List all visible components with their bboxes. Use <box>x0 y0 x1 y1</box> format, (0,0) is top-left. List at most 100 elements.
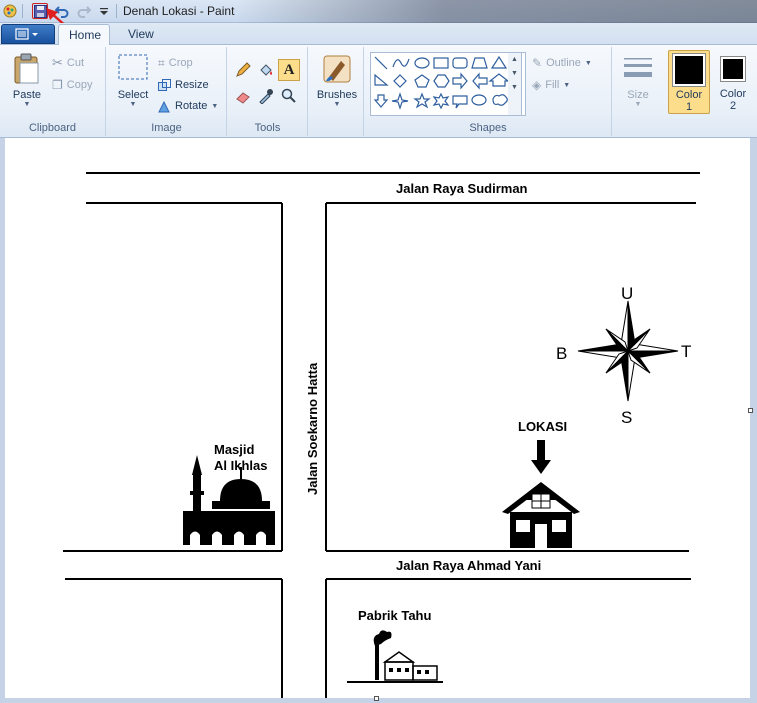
factory-label: Pabrik Tahu <box>358 608 432 623</box>
road-label-sudirman: Jalan Raya Sudirman <box>396 181 528 196</box>
brush-icon <box>323 55 351 83</box>
resize-icon <box>158 78 171 91</box>
size-group: Size ▼ <box>613 47 663 136</box>
cut-button[interactable]: ✂ Cut <box>52 53 84 73</box>
shapes-gallery <box>370 52 526 116</box>
compass-rose-icon <box>577 300 679 402</box>
fill-dropdown-icon: ▼ <box>563 81 571 89</box>
copy-button[interactable]: ❐ Copy <box>52 75 92 95</box>
cut-icon: ✂ <box>52 55 63 70</box>
scroll-up-icon[interactable]: ▲ <box>508 53 521 67</box>
location-label: LOKASI <box>518 419 568 434</box>
select-dropdown-icon: ▼ <box>129 101 137 108</box>
ribbon: Paste ▼ ✂ Cut ❐ Copy Clipboard Select ▼ … <box>0 45 757 138</box>
fill-label: Fill <box>545 79 560 91</box>
paste-button[interactable]: Paste ▼ <box>8 53 46 108</box>
cut-label: Cut <box>66 57 85 69</box>
brushes-group: Brushes ▼ <box>309 47 364 136</box>
size-dropdown-icon: ▼ <box>634 101 642 108</box>
resize-label: Resize <box>175 79 209 91</box>
color1-swatch <box>672 53 706 87</box>
brushes-dropdown-icon: ▼ <box>333 101 341 108</box>
rotate-label: Rotate <box>175 100 208 112</box>
color2-label-line2: 2 <box>729 100 737 112</box>
line-size-icon <box>624 58 652 77</box>
resize-button[interactable]: Resize <box>158 75 209 95</box>
title-bar-background <box>235 0 757 23</box>
brushes-button[interactable]: Brushes ▼ <box>313 53 361 108</box>
scroll-down-icon[interactable]: ▼ <box>508 67 521 81</box>
color2-label-line1: Color <box>719 88 747 100</box>
fill-tool[interactable] <box>255 59 277 81</box>
eyedropper-icon <box>259 89 273 104</box>
compass-east-label: T <box>681 342 692 361</box>
color1-label-line2: 1 <box>685 101 693 113</box>
shapes-gallery-icons <box>373 55 510 110</box>
canvas-resize-handle-bottom[interactable] <box>374 696 379 701</box>
canvas-area[interactable]: Jalan Raya Sudirman Jalan Raya Ahmad Yan… <box>0 138 757 703</box>
image-group-label: Image <box>151 122 182 134</box>
copy-label: Copy <box>66 79 93 91</box>
road-label-ahmad-yani: Jalan Raya Ahmad Yani <box>396 558 542 573</box>
select-icon <box>118 54 148 80</box>
fill-button[interactable]: ◈ Fill ▼ <box>532 75 570 95</box>
brushes-label: Brushes <box>316 89 358 101</box>
outline-icon: ✎ <box>532 56 543 70</box>
application-menu-button[interactable] <box>1 24 55 44</box>
rotate-dropdown-icon: ▼ <box>211 102 219 110</box>
title-bar: Denah Lokasi - Paint <box>0 0 757 53</box>
mosque-icon <box>183 455 275 545</box>
paste-icon <box>14 53 39 84</box>
outline-label: Outline <box>546 57 581 69</box>
paint-app-icon[interactable] <box>2 3 18 19</box>
app-menu-icon <box>15 28 38 40</box>
paste-label: Paste <box>12 89 42 101</box>
ribbon-tabs: Home View <box>0 23 757 45</box>
color1-button[interactable]: Color 1 <box>668 50 710 114</box>
gallery-expand-icon[interactable]: ▼ <box>508 81 521 95</box>
image-group: Select ▼ ⌗ Crop Resize Rotate ▼ Image <box>107 47 227 136</box>
crop-icon: ⌗ <box>158 55 165 70</box>
text-tool[interactable]: A <box>278 59 300 81</box>
fill-icon: ◈ <box>532 78 542 92</box>
outline-button[interactable]: ✎ Outline ▼ <box>532 53 592 73</box>
color-picker-tool[interactable] <box>255 85 277 107</box>
tab-home[interactable]: Home <box>58 24 110 45</box>
outline-dropdown-icon: ▼ <box>584 59 592 67</box>
crop-label: Crop <box>168 57 193 69</box>
window-title: Denah Lokasi - Paint <box>123 4 235 18</box>
magnifier-icon <box>281 88 296 103</box>
text-tool-icon: A <box>283 61 295 78</box>
fill-bucket-icon <box>260 64 272 76</box>
compass-north-label: U <box>621 284 634 303</box>
color2-swatch <box>720 56 746 82</box>
shapes-scrollbar[interactable]: ▲ ▼ ▼ <box>508 52 522 116</box>
color1-label-line1: Color <box>675 89 703 101</box>
rotate-button[interactable]: Rotate ▼ <box>158 96 218 116</box>
compass-south-label: S <box>621 408 633 427</box>
shapes-group-label: Shapes <box>469 122 507 134</box>
eraser-tool[interactable] <box>232 85 254 107</box>
clipboard-group-label: Clipboard <box>28 122 77 134</box>
factory-icon <box>347 630 443 683</box>
down-arrow-icon <box>531 440 551 474</box>
crop-button[interactable]: ⌗ Crop <box>158 53 193 73</box>
house-icon <box>502 482 580 548</box>
color2-button[interactable]: Color 2 <box>713 50 753 114</box>
clipboard-group: Paste ▼ ✂ Cut ❐ Copy Clipboard <box>0 47 106 136</box>
road-label-soekarno-hatta: Jalan Soekarno Hatta <box>305 362 320 495</box>
eraser-icon <box>236 92 250 104</box>
canvas-resize-handle-right[interactable] <box>748 408 753 413</box>
size-label: Size <box>627 89 649 101</box>
paste-dropdown-icon: ▼ <box>23 101 31 108</box>
shapes-group: ▲ ▼ ▼ ✎ Outline ▼ ◈ Fill ▼ Shapes <box>365 47 612 136</box>
tab-view[interactable]: View <box>118 24 164 45</box>
rotate-icon <box>158 100 170 112</box>
magnifier-tool[interactable] <box>278 85 300 107</box>
tools-group: A Tools <box>228 47 308 136</box>
size-button[interactable]: Size ▼ <box>617 55 659 108</box>
pencil-tool[interactable] <box>232 59 254 81</box>
select-button[interactable]: Select ▼ <box>113 53 153 108</box>
drawing-canvas[interactable]: Jalan Raya Sudirman Jalan Raya Ahmad Yan… <box>5 138 750 698</box>
select-label: Select <box>117 89 149 101</box>
